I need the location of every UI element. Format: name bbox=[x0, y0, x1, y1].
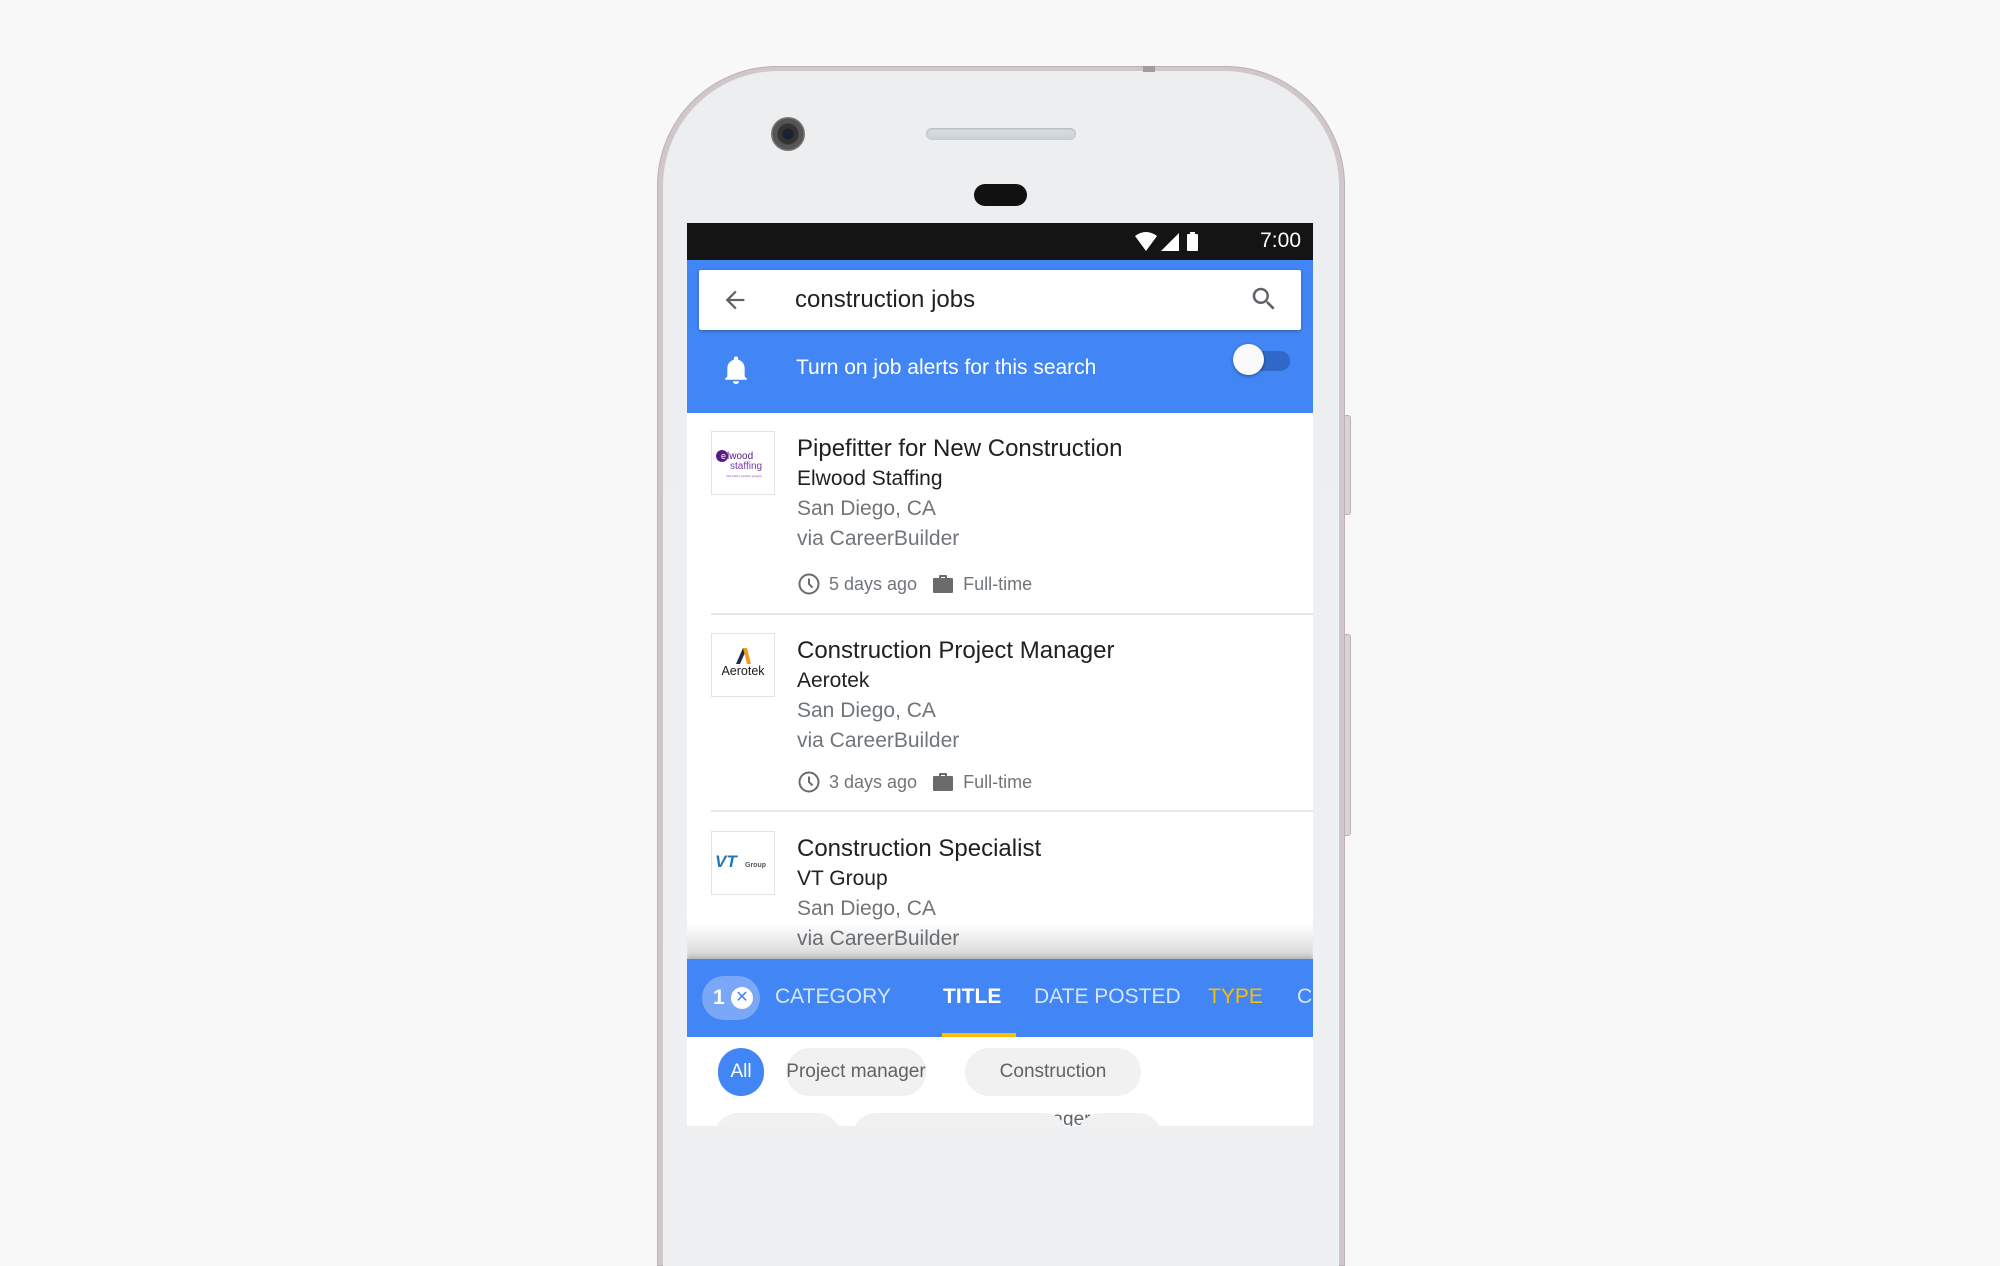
job-location: San Diego, CA bbox=[797, 497, 936, 520]
briefcase-icon bbox=[933, 575, 954, 593]
job-company: VT Group bbox=[797, 867, 888, 890]
list-scroll-shadow bbox=[687, 923, 1313, 959]
status-icons bbox=[1135, 232, 1198, 251]
job-meta: 3 days ago Full-time bbox=[797, 769, 1032, 795]
job-alerts-label: Turn on job alerts for this search bbox=[796, 356, 1097, 379]
proximity-sensor bbox=[974, 184, 1027, 206]
svg-text:e: e bbox=[721, 451, 726, 461]
job-type: Full-time bbox=[963, 573, 1033, 594]
search-box bbox=[699, 270, 1301, 330]
search-icon[interactable] bbox=[1249, 284, 1279, 314]
clock-icon bbox=[798, 771, 820, 793]
job-title[interactable]: Construction Project Manager bbox=[797, 637, 1114, 665]
close-icon[interactable]: ✕ bbox=[731, 987, 753, 1009]
list-divider bbox=[711, 613, 1313, 615]
job-location: San Diego, CA bbox=[797, 897, 936, 920]
job-title[interactable]: Construction Specialist bbox=[797, 835, 1041, 863]
list-divider bbox=[711, 810, 1313, 812]
arrow-back-icon[interactable] bbox=[721, 286, 749, 314]
job-company: Aerotek bbox=[797, 669, 870, 692]
search-header: Turn on job alerts for this search bbox=[687, 260, 1313, 413]
chip-project-manager[interactable]: Project manager bbox=[786, 1048, 926, 1096]
svg-text:Aerotek: Aerotek bbox=[721, 664, 765, 678]
chip[interactable] bbox=[852, 1113, 1068, 1126]
front-camera bbox=[771, 117, 805, 151]
job-alerts-toggle[interactable] bbox=[1233, 343, 1290, 377]
signal-icon bbox=[1161, 233, 1179, 251]
company-logo: Aerotek bbox=[711, 633, 775, 697]
svg-text:VT: VT bbox=[715, 852, 738, 871]
chip-all[interactable]: All bbox=[718, 1048, 764, 1096]
company-logo: VT Group bbox=[711, 831, 775, 895]
job-posted: 5 days ago bbox=[829, 573, 918, 594]
job-result-item[interactable]: Aerotek Construction Project Manager Aer… bbox=[687, 633, 1313, 813]
job-result-item[interactable]: e lwood staffing The better people, peop… bbox=[687, 431, 1313, 614]
job-posted: 3 days ago bbox=[829, 771, 918, 792]
job-type: Full-time bbox=[963, 771, 1033, 792]
power-button bbox=[1344, 634, 1351, 836]
svg-text:The better people, people.: The better people, people. bbox=[726, 474, 763, 479]
tab-category[interactable]: CATEGORY bbox=[775, 985, 891, 1009]
tab-company[interactable]: CO bbox=[1297, 985, 1313, 1009]
job-company: Elwood Staffing bbox=[797, 467, 943, 490]
battery-icon bbox=[1187, 232, 1198, 251]
status-bar: 7:00 bbox=[687, 223, 1313, 260]
svg-text:staffing: staffing bbox=[730, 461, 762, 472]
toggle-knob bbox=[1233, 344, 1264, 375]
phone-screen: 7:00 Turn on job alerts for this search bbox=[687, 223, 1313, 1126]
tab-date-posted[interactable]: DATE POSTED bbox=[1034, 985, 1181, 1009]
antenna-line bbox=[1143, 66, 1155, 72]
job-source: via CareerBuilder bbox=[797, 729, 960, 752]
job-meta: 5 days ago Full-time bbox=[797, 571, 1032, 597]
status-time: 7:00 bbox=[1260, 229, 1301, 252]
active-filter-count: 1 bbox=[713, 986, 725, 1009]
title-filter-chips: All Project manager Construction manager bbox=[687, 1037, 1313, 1126]
volume-button bbox=[1344, 415, 1351, 515]
chip-construction-manager[interactable]: Construction manager bbox=[965, 1048, 1141, 1126]
job-alerts-row: Turn on job alerts for this search bbox=[687, 330, 1313, 413]
chip[interactable] bbox=[714, 1113, 841, 1126]
wifi-icon bbox=[1135, 232, 1157, 251]
filter-tab-bar: 1 ✕ CATEGORY TITLE DATE POSTED TYPE CO bbox=[687, 959, 1313, 1037]
tab-type[interactable]: TYPE bbox=[1208, 985, 1263, 1009]
clock-icon bbox=[798, 573, 820, 595]
job-location: San Diego, CA bbox=[797, 699, 936, 722]
company-logo: e lwood staffing The better people, peop… bbox=[711, 431, 775, 495]
chip[interactable] bbox=[1077, 1113, 1162, 1126]
active-filters-chip[interactable]: 1 ✕ bbox=[702, 976, 760, 1020]
bell-icon bbox=[725, 356, 747, 385]
briefcase-icon bbox=[933, 773, 954, 791]
job-source: via CareerBuilder bbox=[797, 527, 960, 550]
job-title[interactable]: Pipefitter for New Construction bbox=[797, 435, 1122, 463]
search-input[interactable] bbox=[795, 280, 1215, 320]
earpiece-speaker bbox=[926, 128, 1076, 140]
tab-title[interactable]: TITLE bbox=[943, 985, 1001, 1009]
svg-text:Group: Group bbox=[745, 862, 766, 869]
